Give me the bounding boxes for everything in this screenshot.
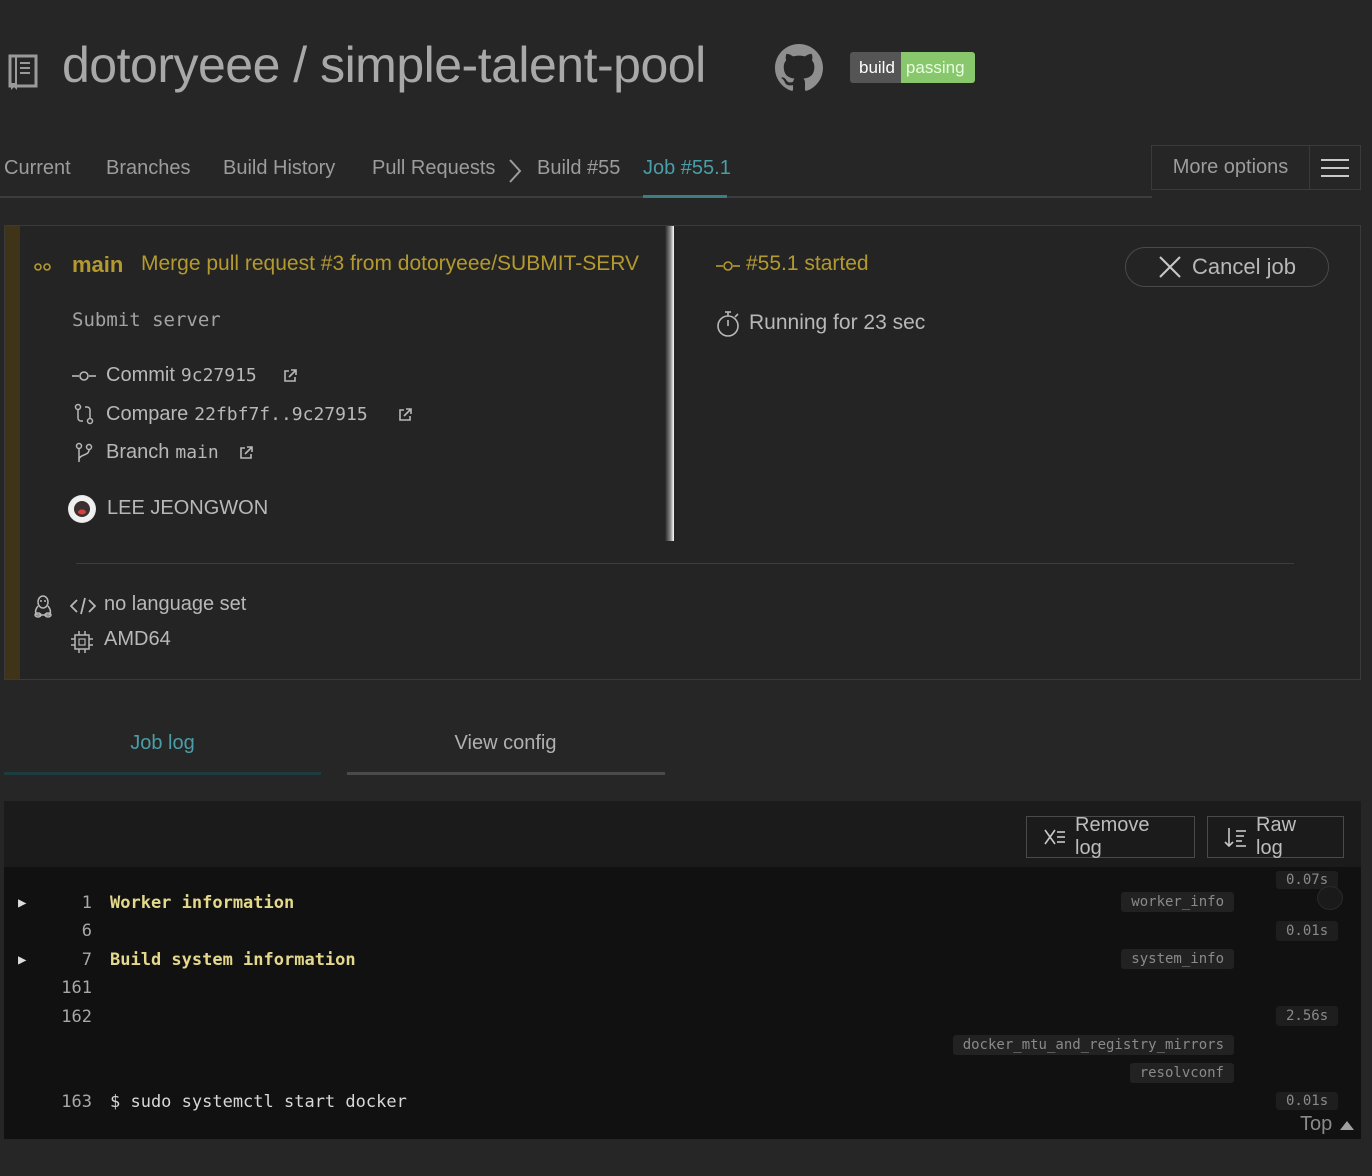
job-status: #55.1 started	[746, 252, 869, 275]
language: no language set	[104, 593, 247, 615]
tab-view-config[interactable]: View config	[347, 732, 664, 755]
breadcrumb-job[interactable]: Job #55.1	[643, 157, 731, 180]
log-line[interactable]: 6	[18, 920, 92, 942]
branch-value: main	[175, 442, 219, 463]
compare-icon	[74, 403, 94, 425]
commit-icon	[72, 368, 96, 384]
compare-range: 22fbf7f..9c27915	[194, 404, 368, 425]
badge-status: passing	[900, 52, 975, 83]
repo-icon	[8, 53, 38, 91]
branch-label: Branch	[106, 441, 170, 463]
badge-label: build	[850, 52, 901, 83]
github-icon[interactable]	[775, 44, 823, 92]
code-icon	[70, 597, 96, 615]
external-link-icon[interactable]	[238, 445, 254, 461]
top-label: Top	[1300, 1113, 1333, 1135]
commit-sha: 9c27915	[180, 365, 257, 386]
compare-label: Compare	[106, 403, 189, 425]
close-icon	[1158, 255, 1182, 279]
log-line[interactable]: 162	[18, 1006, 92, 1028]
log-line[interactable]: 163 $ sudo systemctl start docker	[18, 1091, 407, 1113]
active-tab-underline	[643, 195, 727, 198]
log-timing: 0.01s	[1276, 1092, 1339, 1110]
cpu-icon	[70, 630, 94, 654]
expand-triangle-icon[interactable]: ▶	[18, 952, 26, 968]
log-line[interactable]: ▶ 1 Worker information	[18, 892, 1258, 914]
repo-title[interactable]: dotoryeee / simple-talent-pool	[62, 36, 706, 94]
scroll-top-button[interactable]: Top	[1300, 1113, 1355, 1136]
tab-job-log[interactable]: Job log	[4, 732, 321, 755]
panel-divider	[665, 226, 674, 541]
log-line-text: Build system information	[110, 950, 356, 970]
hamburger-icon[interactable]	[1310, 146, 1360, 189]
status-color-bar	[5, 226, 20, 679]
branch-name[interactable]: main	[72, 252, 123, 278]
compare-link[interactable]: Compare 22fbf7f..9c27915	[106, 403, 368, 426]
raw-log-button[interactable]: Raw log	[1207, 814, 1344, 859]
cancel-job-label: Cancel job	[1192, 254, 1296, 279]
remove-log-button[interactable]: Remove log	[1026, 814, 1195, 859]
chevron-right-icon	[507, 158, 523, 184]
log-line-number[interactable]: 163	[18, 1092, 92, 1112]
raw-log-icon	[1224, 826, 1248, 848]
log-line-text: Worker information	[110, 893, 295, 913]
cancel-job-button[interactable]: Cancel job	[1125, 247, 1329, 287]
linux-icon	[33, 594, 53, 618]
nav-divider	[0, 196, 1152, 198]
author-name: LEE JEONGWON	[107, 497, 269, 519]
external-link-icon[interactable]	[282, 368, 298, 384]
panel-separator	[76, 563, 1294, 564]
log-line-number[interactable]: 162	[18, 1007, 92, 1027]
avatar	[68, 495, 96, 523]
commit-message[interactable]: Merge pull request #3 from dotoryeee/SUB…	[141, 252, 660, 276]
raw-log-label: Raw log	[1256, 814, 1297, 859]
tab-branches[interactable]: Branches	[106, 157, 191, 180]
log-line-number[interactable]: 161	[18, 978, 92, 998]
log-fold-tag: system_info	[1121, 949, 1234, 969]
commit-description: Submit server	[72, 309, 221, 331]
log-fold-tag: worker_info	[1121, 892, 1234, 912]
log-line-number[interactable]: 7	[18, 950, 92, 970]
log-line[interactable]: 161	[18, 977, 92, 999]
tab-current[interactable]: Current	[4, 157, 71, 180]
running-time: Running for 23 sec	[749, 311, 926, 334]
tab-pull-requests[interactable]: Pull Requests	[372, 157, 495, 180]
job-state-icon	[33, 258, 53, 274]
tab-build-history[interactable]: Build History	[223, 157, 335, 180]
remove-log-label: Remove log	[1075, 814, 1150, 859]
more-options-label: More options	[1152, 146, 1310, 189]
more-options-button[interactable]: More options	[1151, 145, 1361, 190]
branch-icon	[75, 442, 93, 464]
stopwatch-icon	[716, 310, 742, 338]
commit-state-icon	[716, 258, 740, 274]
commit-label: Commit	[106, 364, 175, 386]
log-line-number[interactable]: 6	[18, 921, 92, 941]
log-line-text: $ sudo systemctl start docker	[110, 1092, 407, 1112]
log-timing: 2.56s	[1276, 1006, 1339, 1026]
expand-triangle-icon[interactable]: ▶	[18, 895, 26, 911]
remove-log-icon	[1043, 826, 1067, 848]
scroll-indicator[interactable]	[1317, 886, 1343, 910]
architecture: AMD64	[104, 628, 171, 650]
log-fold-tag: docker_mtu_and_registry_mirrors	[952, 1035, 1234, 1055]
log-timing: 0.01s	[1276, 921, 1339, 941]
log-line-number[interactable]: 1	[18, 893, 92, 913]
tab-view-config-underline	[347, 772, 665, 775]
breadcrumb-build[interactable]: Build #55	[537, 157, 620, 180]
log-fold-tag: resolvconf	[1129, 1063, 1234, 1083]
commit-link[interactable]: Commit 9c27915	[106, 364, 257, 387]
caret-up-icon	[1340, 1120, 1355, 1130]
build-status-badge[interactable]: build passing	[850, 52, 975, 83]
branch-link[interactable]: Branch main	[106, 441, 219, 464]
tab-job-log-underline	[4, 772, 321, 775]
external-link-icon[interactable]	[397, 407, 413, 423]
log-line[interactable]: ▶ 7 Build system information	[18, 949, 356, 971]
